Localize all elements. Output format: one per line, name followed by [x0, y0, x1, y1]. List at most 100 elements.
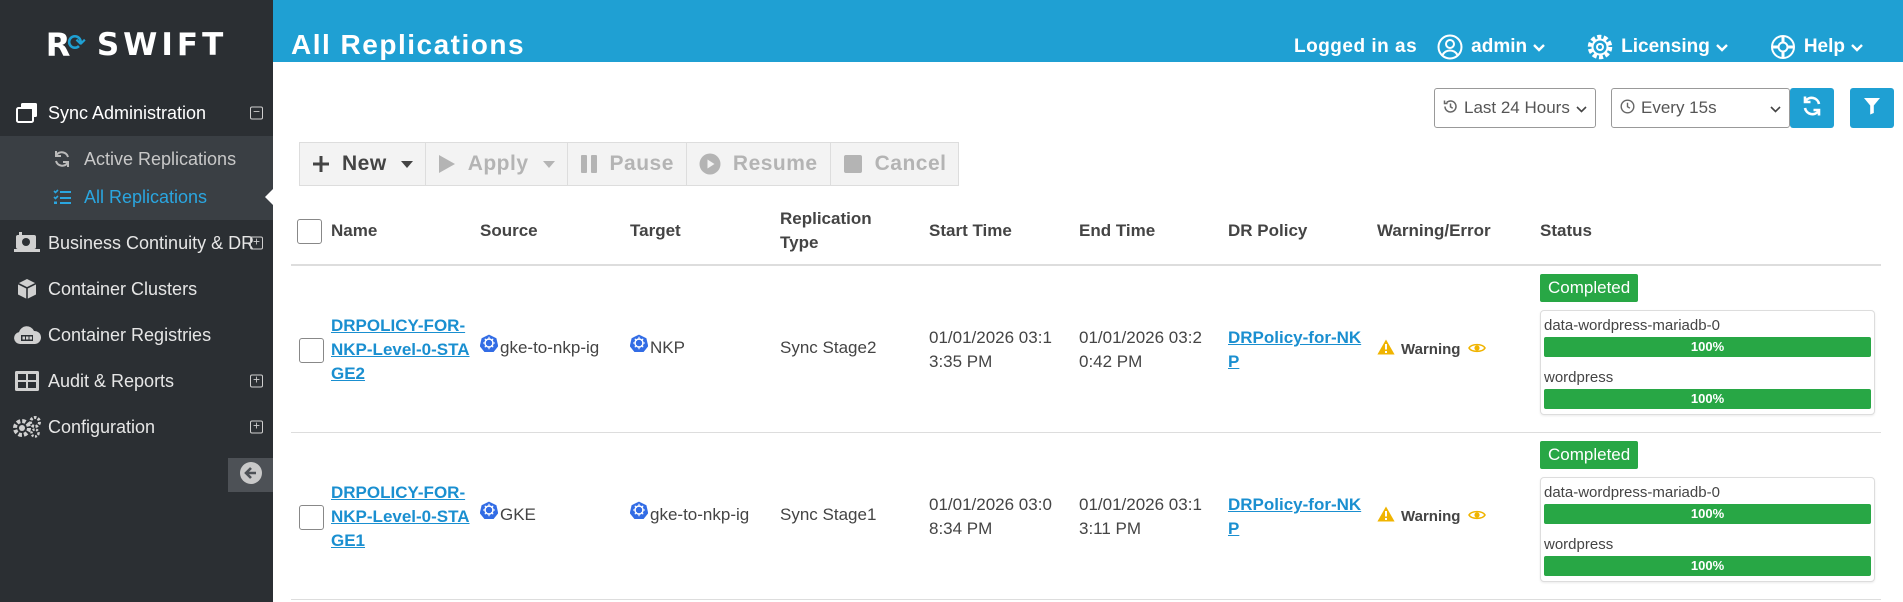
dr-policy-link[interactable]: DRPolicy-for-NK P: [1228, 493, 1361, 541]
target-cell: gke-to-nkp-ig: [630, 501, 750, 525]
logged-in-label: Logged in as: [1293, 36, 1418, 57]
collapse-sidebar-button[interactable]: [228, 458, 273, 492]
cancel-button[interactable]: Cancel: [831, 143, 959, 185]
start-time-cell: 01/01/2026 03:1 3:35 PM: [929, 326, 1052, 374]
expand-toggle-icon[interactable]: +: [250, 374, 263, 388]
new-label: New: [342, 152, 387, 175]
row-checkbox[interactable]: [299, 505, 324, 530]
sidebar-item-container-clusters[interactable]: Container Clusters: [0, 266, 273, 312]
refresh-button[interactable]: [1790, 88, 1834, 128]
brand-logo[interactable]: R⟳ SWIFT: [0, 0, 273, 90]
replication-name-link[interactable]: DRPOLICY-FOR- NKP-Level-0-STA GE1: [331, 481, 470, 553]
link-text: GE2: [331, 364, 366, 383]
progress-card: data-wordpress-mariadb-0 100% wordpress …: [1540, 477, 1875, 582]
column-header-text: Replication: [780, 209, 872, 228]
filter-button[interactable]: [1850, 88, 1894, 128]
end-time-cell: 01/01/2026 03:2 0:42 PM: [1079, 326, 1202, 374]
copy-icon: [12, 100, 42, 126]
table-header: Name Source Target Replication Type Star…: [291, 198, 1881, 266]
link-text: DRPolicy-for-NK: [1228, 328, 1362, 347]
plus-icon: [312, 155, 330, 173]
progress-text: 100%: [1690, 391, 1725, 406]
pause-button[interactable]: Pause: [568, 143, 687, 185]
time-text: 0:42 PM: [1079, 352, 1143, 371]
action-toolbar: New Apply Pause Resume Cancel: [299, 142, 960, 186]
target-value: gke-to-nkp-ig: [650, 505, 750, 524]
column-header-source[interactable]: Source: [480, 198, 538, 264]
caret-down-icon: [542, 157, 555, 171]
volume-label: data-wordpress-mariadb-0: [1544, 317, 1720, 334]
column-header-warning-error[interactable]: Warning/Error: [1377, 198, 1491, 264]
column-header-replication-type[interactable]: Replication Type: [780, 198, 872, 264]
volume-label: data-wordpress-mariadb-0: [1544, 484, 1720, 501]
kubernetes-icon: [630, 501, 648, 519]
lifebuoy-icon: [1770, 34, 1796, 60]
resume-button[interactable]: Resume: [687, 143, 831, 185]
licensing-label: Licensing: [1621, 36, 1710, 57]
column-header-name[interactable]: Name: [331, 198, 377, 264]
brand-name: SWIFT: [96, 27, 228, 63]
licensing-menu[interactable]: Licensing: [1587, 34, 1728, 60]
column-header-status[interactable]: Status: [1540, 198, 1592, 264]
link-text: GE1: [331, 531, 366, 550]
sync-administration-submenu: Active Replications All Replications: [0, 136, 273, 220]
top-bar: All Replications Logged in as admin Lice…: [273, 0, 1903, 62]
kubernetes-icon: [480, 334, 498, 352]
sidebar-item-audit-reports[interactable]: Audit & Reports +: [0, 358, 273, 404]
link-text: DRPOLICY-FOR-: [331, 483, 466, 502]
row-checkbox[interactable]: [299, 338, 324, 363]
column-header-start-time[interactable]: Start Time: [929, 198, 1012, 264]
collapse-toggle-icon[interactable]: −: [250, 106, 263, 120]
page-title: All Replications: [291, 29, 526, 60]
sidebar-item-label: Container Registries: [48, 324, 212, 345]
sidebar-item-active-replications[interactable]: Active Replications: [0, 140, 273, 178]
time-range-select[interactable]: Last 24 Hours: [1434, 88, 1596, 128]
chevron-down-icon: [1770, 100, 1781, 116]
link-text: P: [1228, 519, 1240, 538]
column-header-target[interactable]: Target: [630, 198, 681, 264]
new-button[interactable]: New: [300, 143, 426, 185]
time-text: 01/01/2026 03:1: [1079, 495, 1202, 514]
table-row[interactable]: DRPOLICY-FOR- NKP-Level-0-STA GE1 GKE gk…: [291, 433, 1881, 600]
column-header-dr-policy[interactable]: DR Policy: [1228, 198, 1307, 264]
apply-button[interactable]: Apply: [426, 143, 568, 185]
link-text: NKP-Level-0-STA: [331, 507, 470, 526]
sidebar-item-business-continuity-dr[interactable]: Business Continuity & DR +: [0, 220, 273, 266]
help-menu[interactable]: Help: [1770, 34, 1863, 60]
expand-toggle-icon[interactable]: +: [250, 420, 263, 434]
replication-name-link[interactable]: DRPOLICY-FOR- NKP-Level-0-STA GE2: [331, 314, 470, 386]
sidebar-subitem-label: All Replications: [84, 186, 208, 207]
user-menu[interactable]: admin: [1437, 34, 1545, 60]
column-header-end-time[interactable]: End Time: [1079, 198, 1155, 264]
start-time-cell: 01/01/2026 03:0 8:34 PM: [929, 493, 1052, 541]
gear-icon: [1587, 34, 1613, 60]
link-text: DRPolicy-for-NK: [1228, 495, 1362, 514]
link-text: NKP-Level-0-STA: [331, 340, 470, 359]
cube-icon: [12, 276, 42, 302]
eye-icon[interactable]: [1468, 508, 1487, 525]
target-cell: NKP: [630, 334, 685, 358]
table-row[interactable]: DRPOLICY-FOR- NKP-Level-0-STA GE2 gke-to…: [291, 266, 1881, 433]
status-badge: Completed: [1540, 274, 1639, 302]
sidebar-item-label: Container Clusters: [48, 278, 198, 299]
dr-policy-link[interactable]: DRPolicy-for-NK P: [1228, 326, 1361, 374]
replication-type-cell: Sync Stage2: [780, 338, 877, 357]
help-label: Help: [1803, 36, 1845, 57]
eye-icon[interactable]: [1468, 341, 1487, 358]
chevron-down-icon: [1576, 100, 1587, 116]
progress-bar: 100%: [1544, 337, 1871, 357]
sidebar-item-configuration[interactable]: Configuration +: [0, 404, 273, 450]
warning-indicator: Warning: [1377, 339, 1487, 359]
time-text: 3:35 PM: [929, 352, 993, 371]
sidebar-item-sync-administration[interactable]: Sync Administration −: [0, 90, 273, 136]
sidebar-item-all-replications[interactable]: All Replications: [0, 178, 273, 216]
expand-toggle-icon[interactable]: +: [250, 236, 263, 250]
refresh-interval-select[interactable]: Every 15s: [1611, 88, 1790, 128]
progress-text: 100%: [1690, 339, 1725, 354]
sidebar-item-container-registries[interactable]: Container Registries: [0, 312, 273, 358]
kubernetes-icon: [480, 501, 498, 519]
time-text: 01/01/2026 03:1: [929, 328, 1052, 347]
chevron-down-icon: [1533, 40, 1545, 55]
sidebar-item-label: Audit & Reports: [48, 370, 175, 391]
select-all-checkbox[interactable]: [297, 218, 322, 244]
